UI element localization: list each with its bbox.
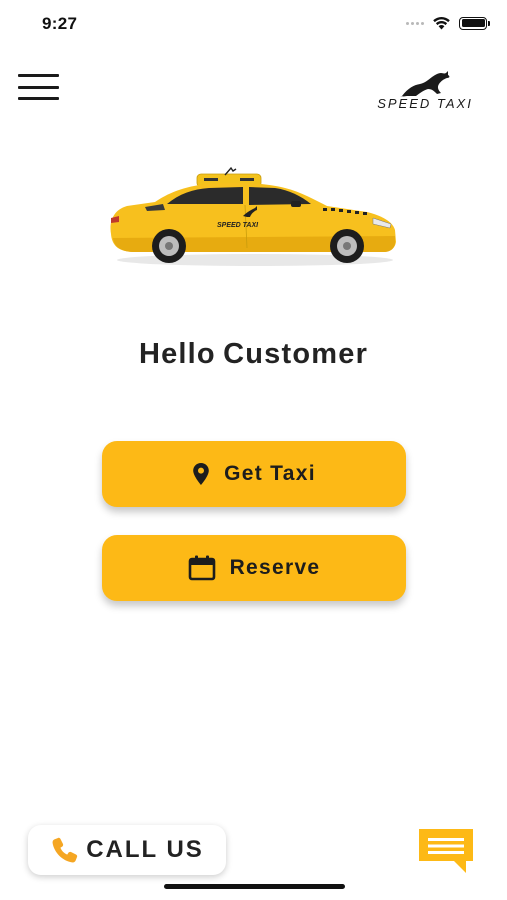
reserve-button[interactable]: Reserve: [102, 535, 406, 601]
taxi-illustration: SPEED TAXI: [110, 166, 397, 266]
kangaroo-icon: [400, 71, 450, 97]
status-time: 9:27: [42, 14, 78, 33]
brand-logo: SPEED TAXI: [362, 68, 488, 120]
status-icons: [406, 16, 490, 30]
logo-text: SPEED TAXI: [377, 96, 473, 111]
phone-icon: [52, 837, 78, 863]
hamburger-menu-icon[interactable]: [18, 74, 60, 100]
chat-bubble-icon[interactable]: [416, 827, 476, 875]
call-us-label: CALL US: [86, 836, 204, 863]
wifi-icon: [433, 16, 450, 30]
get-taxi-button[interactable]: Get Taxi: [102, 441, 406, 507]
car-door-text: SPEED TAXI: [217, 222, 259, 229]
get-taxi-label: Get Taxi: [224, 462, 316, 485]
calendar-icon: [188, 555, 215, 581]
call-us-button[interactable]: CALL US: [28, 825, 226, 875]
greeting-heading: Hello Customer: [138, 338, 369, 370]
location-pin-icon: [193, 463, 209, 485]
battery-icon: [459, 16, 490, 30]
reserve-label: Reserve: [229, 556, 321, 579]
home-indicator: [164, 884, 345, 889]
signal-dots-icon: [406, 21, 424, 25]
status-bar: 9:27: [0, 0, 507, 50]
